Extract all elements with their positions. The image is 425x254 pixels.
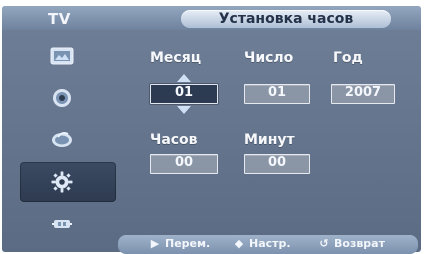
hours-label: Часов bbox=[150, 132, 198, 148]
channel-icon bbox=[52, 132, 72, 147]
move-arrow-icon: ▶ bbox=[150, 237, 160, 250]
day-label: Число bbox=[244, 50, 294, 66]
sidebar-item-sound[interactable] bbox=[20, 78, 116, 118]
help-return: ↺ Возврат bbox=[317, 237, 385, 252]
return-icon: ↺ bbox=[319, 237, 329, 250]
help-adjust-label: Настр. bbox=[249, 237, 291, 250]
sidebar-item-channel[interactable] bbox=[20, 120, 116, 160]
day-value: 01 bbox=[267, 85, 287, 100]
sidebar-item-input[interactable] bbox=[20, 204, 116, 244]
sound-icon bbox=[53, 89, 71, 107]
month-value: 01 bbox=[174, 85, 194, 100]
day-field[interactable]: 01 bbox=[244, 84, 310, 104]
menu-title-pill: Установка часов bbox=[181, 10, 391, 28]
help-adjust: ◆ Настр. bbox=[232, 237, 291, 252]
help-move: ▶ Перем. bbox=[148, 237, 210, 252]
minutes-label: Минут bbox=[244, 132, 295, 148]
menu-frame: TV Установка часов Месяц Число Год 01 01… bbox=[2, 6, 421, 254]
tv-menu-screen: TV Установка часов Месяц Число Год 01 01… bbox=[0, 0, 425, 254]
help-bar: ▶ Перем. ◆ Настр. ↺ Возврат bbox=[118, 235, 418, 254]
help-return-label: Возврат bbox=[334, 237, 385, 250]
picture-icon bbox=[50, 47, 74, 65]
sidebar-item-setup[interactable] bbox=[20, 162, 116, 202]
help-move-label: Перем. bbox=[165, 237, 211, 250]
settings-gear-icon bbox=[51, 171, 73, 193]
year-label: Год bbox=[333, 50, 363, 66]
input-icon bbox=[52, 220, 72, 228]
sidebar-item-picture[interactable] bbox=[20, 36, 116, 76]
month-field[interactable]: 01 bbox=[150, 84, 218, 104]
minutes-field[interactable]: 00 bbox=[244, 154, 310, 174]
decrement-arrow-icon[interactable] bbox=[177, 106, 191, 114]
minutes-value: 00 bbox=[267, 155, 287, 170]
page-title: Установка часов bbox=[218, 11, 354, 27]
year-field[interactable]: 2007 bbox=[331, 84, 395, 104]
year-value: 2007 bbox=[344, 85, 382, 100]
sidebar bbox=[20, 36, 116, 246]
clock-settings-panel: Месяц Число Год 01 01 2007 Часов Минут 0… bbox=[128, 36, 413, 221]
hours-field[interactable]: 00 bbox=[150, 154, 218, 174]
month-label: Месяц bbox=[150, 50, 202, 66]
increment-arrow-icon[interactable] bbox=[177, 74, 191, 82]
top-bar: TV Установка часов bbox=[2, 6, 421, 30]
tv-label: TV bbox=[48, 10, 71, 28]
adjust-icon: ◆ bbox=[234, 237, 244, 250]
hours-value: 00 bbox=[174, 155, 194, 170]
